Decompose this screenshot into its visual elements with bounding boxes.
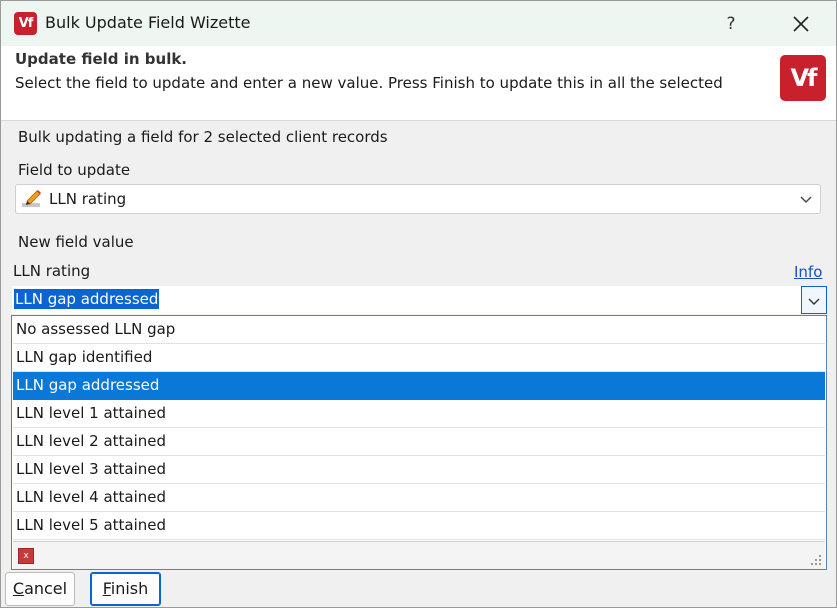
pencil-edit-icon	[22, 190, 41, 207]
dropdown-footer: x	[13, 541, 825, 569]
close-button[interactable]	[783, 9, 819, 39]
field-to-update-value: LLN rating	[49, 190, 127, 208]
button-bar: Cancel Finish	[1, 571, 836, 607]
title-bar: Vf Bulk Update Field Wizette ?	[1, 1, 836, 46]
header-divider	[1, 120, 836, 121]
dropdown-option[interactable]: LLN level 3 attained	[13, 456, 825, 484]
info-link[interactable]: Info	[794, 263, 822, 281]
help-button[interactable]: ?	[715, 9, 747, 39]
dropdown-option[interactable]: No assessed LLN gap	[13, 316, 825, 344]
cancel-label: ancel	[24, 579, 68, 598]
header-banner: Update field in bulk. Select the field t…	[1, 46, 836, 120]
chevron-down-icon	[808, 298, 820, 305]
cancel-button[interactable]: Cancel	[5, 572, 75, 606]
chevron-down-icon	[800, 196, 812, 203]
field-to-update-select[interactable]: LLN rating	[15, 184, 821, 214]
dropdown-option-selected[interactable]: LLN gap addressed	[13, 372, 825, 400]
finish-mnemonic: F	[102, 579, 111, 598]
dropdown-toggle-button[interactable]	[801, 286, 827, 314]
value-field-label: LLN rating	[13, 262, 91, 280]
dialog-window: Vf Bulk Update Field Wizette ? Update fi…	[0, 0, 837, 608]
dropdown-option[interactable]: LLN level 1 attained	[13, 400, 825, 428]
dropdown-list: No assessed LLN gap LLN gap identified L…	[11, 315, 827, 570]
dropdown-option[interactable]: LLN level 5 attained	[13, 512, 825, 540]
header-description: Select the field to update and enter a n…	[15, 74, 723, 92]
finish-button[interactable]: Finish	[90, 572, 161, 606]
new-value-combobox[interactable]: LLN gap addressed	[12, 286, 827, 314]
close-icon	[793, 16, 809, 32]
window-title: Bulk Update Field Wizette	[45, 13, 251, 32]
resize-grip-icon[interactable]	[810, 554, 822, 566]
app-logo-icon: Vf	[14, 12, 37, 35]
dropdown-option[interactable]: LLN level 2 attained	[13, 428, 825, 456]
field-to-update-label: Field to update	[18, 161, 131, 179]
brand-logo: Vf	[780, 55, 826, 101]
current-value-text[interactable]: LLN gap addressed	[14, 289, 160, 309]
new-value-label: New field value	[18, 233, 134, 251]
finish-label: inish	[110, 579, 149, 598]
header-title: Update field in bulk.	[15, 50, 188, 68]
dropdown-option[interactable]: LLN level 4 attained	[13, 484, 825, 512]
dropdown-option[interactable]: LLN gap identified	[13, 344, 825, 372]
clear-value-button[interactable]: x	[18, 548, 34, 564]
cancel-mnemonic: C	[12, 579, 25, 598]
bulk-info-text: Bulk updating a field for 2 selected cli…	[18, 128, 388, 146]
